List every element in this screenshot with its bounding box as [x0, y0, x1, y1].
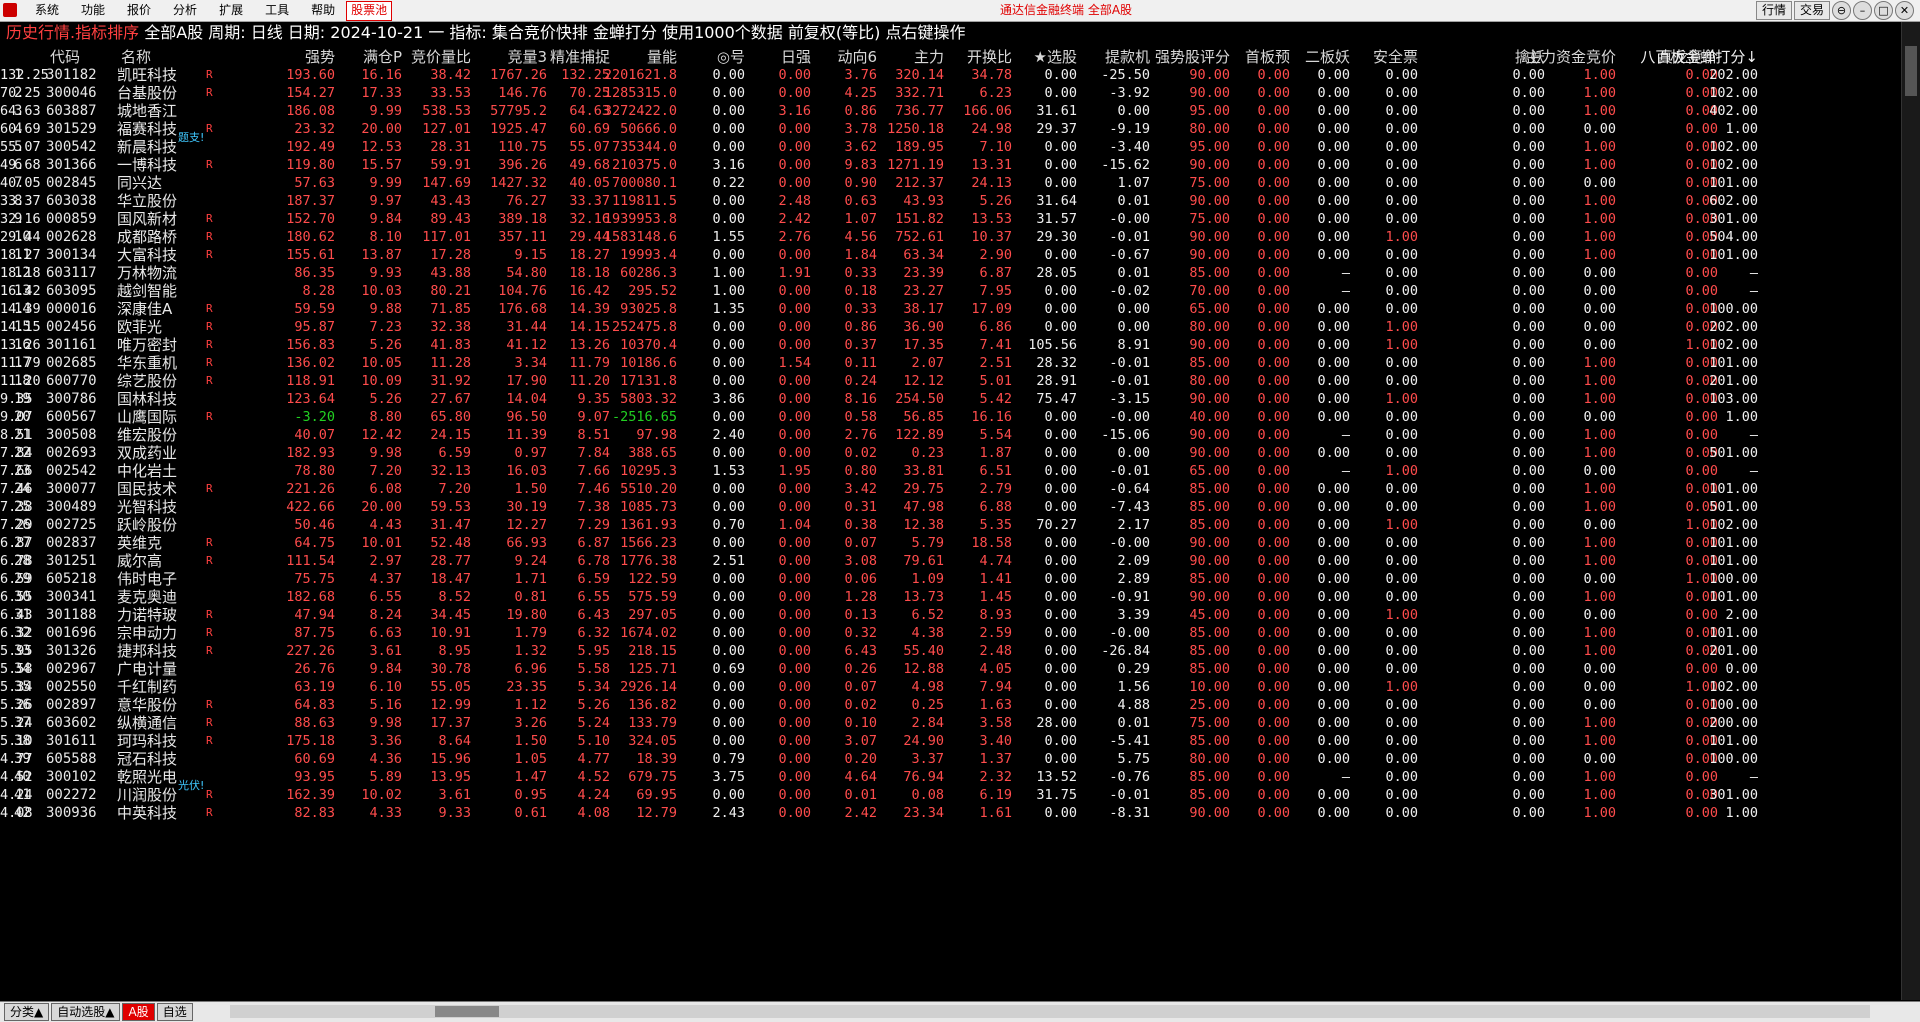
menu-right-controls: 行情 交易 ⊖ – □ ✕: [1755, 1, 1914, 20]
rz-marker: R: [206, 806, 213, 819]
horizontal-scroll-thumb[interactable]: [435, 1006, 499, 1017]
menu-item-5[interactable]: 工具: [254, 0, 300, 21]
bottom-tab-0[interactable]: 分类▲: [4, 1003, 50, 1021]
menu-item-6[interactable]: 帮助: [300, 0, 346, 21]
stock-name: 中英科技: [117, 804, 178, 822]
stock-tag: 题支!: [178, 131, 205, 144]
vertical-scroll-thumb[interactable]: [1905, 46, 1917, 96]
view-name[interactable]: 历史行情.指标排序: [6, 23, 139, 42]
app-title: 通达信金融终端 全部A股: [1000, 3, 1133, 17]
trade-button[interactable]: 交易: [1793, 1, 1830, 20]
cell-主力资金竞价: 1.00: [1583, 805, 1616, 821]
bottom-bar: 分类▲ 自动选股▲ A股 自选: [0, 1001, 1920, 1022]
quote-button[interactable]: 行情: [1755, 1, 1792, 20]
bottom-tab-2[interactable]: A股: [122, 1003, 155, 1021]
cell-安全票: 0.00: [1385, 805, 1418, 821]
minimize-icon[interactable]: –: [1853, 1, 1872, 20]
view-title-bar: 历史行情.指标排序 全部A股 周期: 日线 日期: 2024-10-21 一 指…: [0, 22, 965, 44]
app-logo-icon: [3, 3, 17, 17]
cell-undefined: 4.08: [0, 805, 33, 821]
bottom-tabs: 分类▲ 自动选股▲ A股 自选: [4, 1003, 195, 1021]
bottom-tab-3[interactable]: 自选: [156, 1003, 193, 1021]
stock-tag: 光伏!: [178, 779, 205, 792]
table-row[interactable]: 42 300936 中英科技 R 82.83 4.33 9.33 0.61 4.08 12.79 2…: [0, 802, 1900, 824]
bottom-tab-1[interactable]: 自动选股▲: [51, 1003, 121, 1021]
menu-item-2[interactable]: 报价: [116, 0, 162, 21]
maximize-icon[interactable]: □: [1874, 1, 1893, 20]
view-info: 全部A股 周期: 日线 日期: 2024-10-21 一 指标: 集合竞价快排 …: [144, 23, 966, 42]
close-icon[interactable]: ✕: [1895, 1, 1914, 20]
main-menu: 系统 功能 报价 分析 扩展 工具 帮助 股票池: [24, 0, 393, 21]
menu-item-1[interactable]: 功能: [70, 0, 116, 21]
stock-pool-button[interactable]: 股票池: [346, 1, 393, 21]
menu-item-3[interactable]: 分析: [162, 0, 208, 21]
vertical-scrollbar[interactable]: [1901, 22, 1920, 1000]
horizontal-scrollbar[interactable]: [230, 1005, 1870, 1018]
stock-code: 300936: [46, 805, 97, 821]
option-icon[interactable]: ⊖: [1832, 1, 1851, 20]
menu-bar: 系统 功能 报价 分析 扩展 工具 帮助 股票池 通达信金融终端 全部A股 行情 交易 ⊖ – □ ✕: [0, 0, 1920, 22]
menu-item-4[interactable]: 扩展: [208, 0, 254, 21]
menu-item-0[interactable]: 系统: [24, 0, 70, 21]
cell-八百板金蝉打分↓: 1.00: [1725, 805, 1758, 821]
